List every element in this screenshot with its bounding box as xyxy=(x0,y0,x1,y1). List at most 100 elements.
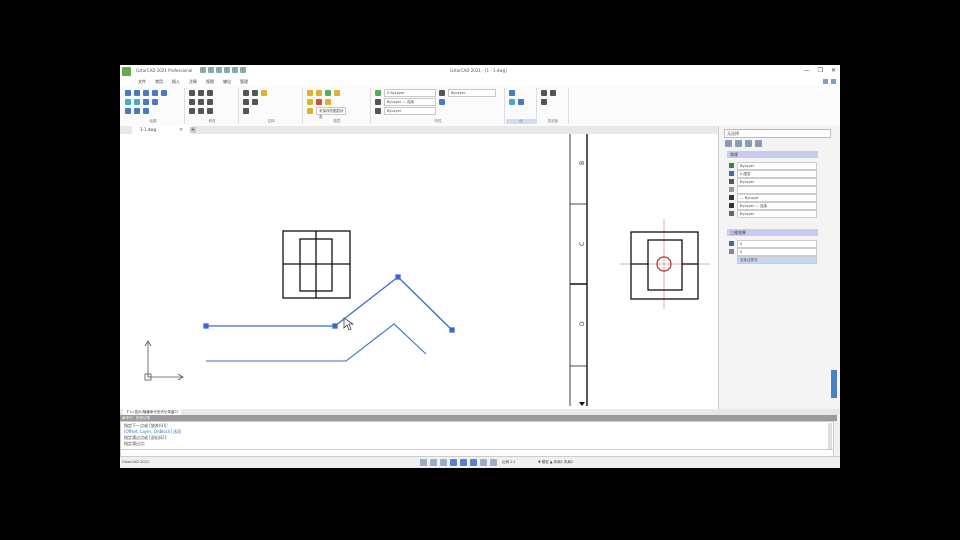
polar-icon[interactable] xyxy=(450,459,457,466)
hatch-icon[interactable] xyxy=(125,99,131,105)
stretch-icon[interactable] xyxy=(189,108,195,114)
insert-block-icon[interactable] xyxy=(509,90,515,96)
paste-icon[interactable] xyxy=(541,90,547,96)
polyline-icon[interactable] xyxy=(134,90,140,96)
menu-file[interactable]: 文件 xyxy=(138,79,146,85)
property-row[interactable]: ByLayer — 连续 xyxy=(729,202,817,210)
ellipse-icon[interactable] xyxy=(134,99,140,105)
dimension-icon[interactable] xyxy=(252,90,258,96)
circle-icon[interactable] xyxy=(143,90,149,96)
ortho-icon[interactable] xyxy=(440,459,447,466)
layer-lock-icon[interactable] xyxy=(334,90,340,96)
color-icon[interactable] xyxy=(439,90,445,96)
table-icon[interactable] xyxy=(243,99,249,105)
lineweight-dropdown[interactable]: ByLayer xyxy=(384,107,436,115)
match-properties-icon[interactable] xyxy=(375,90,381,96)
layer-off-icon[interactable] xyxy=(325,99,331,105)
select-objects-icon[interactable] xyxy=(735,140,742,147)
property-row[interactable]: 0 xyxy=(729,240,817,248)
point-icon[interactable] xyxy=(152,99,158,105)
command-scrollbar[interactable] xyxy=(828,423,832,449)
save-icon[interactable] xyxy=(216,67,222,73)
property-row[interactable]: — ByLayer xyxy=(729,194,817,202)
undo-icon[interactable] xyxy=(232,67,238,73)
app-logo-icon[interactable] xyxy=(122,67,131,76)
dynamic-input-icon[interactable] xyxy=(490,459,497,466)
layer-walk-icon[interactable] xyxy=(307,108,313,114)
text-icon[interactable] xyxy=(243,90,249,96)
layer-properties-icon[interactable] xyxy=(307,90,313,96)
mirror-icon[interactable] xyxy=(198,99,204,105)
arc-icon[interactable] xyxy=(152,90,158,96)
menu-output[interactable]: 输出 xyxy=(223,79,231,85)
tab-close-icon[interactable]: × xyxy=(179,126,183,134)
color-dropdown[interactable]: ByLayer xyxy=(448,89,496,97)
region-icon[interactable] xyxy=(125,108,131,114)
move-icon[interactable] xyxy=(189,90,195,96)
property-row[interactable]: 0 xyxy=(729,248,817,256)
transparency-icon[interactable] xyxy=(439,99,445,105)
layer-freeze-icon[interactable] xyxy=(325,90,331,96)
markup-icon[interactable] xyxy=(243,108,249,114)
redo-icon[interactable] xyxy=(240,67,246,73)
view-section-header[interactable]: 三维效果 xyxy=(727,229,818,236)
status-layout-tabs[interactable]: ▼ 模型 ▲ 布局1 布局2 xyxy=(538,460,573,465)
drawing-canvas[interactable]: B C D xyxy=(120,134,718,409)
boundary-icon[interactable] xyxy=(134,108,140,114)
polygon-icon[interactable] xyxy=(143,108,149,114)
scale-icon[interactable] xyxy=(198,108,204,114)
print-icon[interactable] xyxy=(224,67,230,73)
layer-state-dropdown[interactable]: 未保存的图层状态 xyxy=(316,107,346,119)
layer-match-icon[interactable] xyxy=(307,99,313,105)
lineweight-toggle-icon[interactable] xyxy=(480,459,487,466)
menu-view[interactable]: 视图 xyxy=(206,79,214,85)
offset-polyline[interactable] xyxy=(206,323,427,362)
edit-block-icon[interactable] xyxy=(518,99,524,105)
toggle-pickadd-icon[interactable] xyxy=(725,140,732,147)
maximize-button[interactable]: ❐ xyxy=(818,67,823,74)
status-scale[interactable]: 比例 1:1 xyxy=(502,460,516,465)
osnap-icon[interactable] xyxy=(460,459,467,466)
layer-isolate-icon[interactable] xyxy=(316,99,322,105)
property-row[interactable] xyxy=(729,186,817,194)
fillet-icon[interactable] xyxy=(207,99,213,105)
property-row-selected[interactable]: 无标注样式 xyxy=(729,256,817,264)
copy-clip-icon[interactable] xyxy=(550,90,556,96)
menu-home[interactable]: 常用 xyxy=(155,79,163,85)
rectangle-icon[interactable] xyxy=(161,90,167,96)
close-button[interactable]: ✕ xyxy=(831,67,836,74)
mtext-icon[interactable] xyxy=(252,99,258,105)
selected-polyline[interactable] xyxy=(203,274,455,333)
lineweight-icon[interactable] xyxy=(375,108,381,114)
palette-side-tab[interactable] xyxy=(831,370,837,398)
line-icon[interactable] xyxy=(125,90,131,96)
help-icon[interactable] xyxy=(823,79,828,84)
property-row[interactable]: 0-图层 xyxy=(729,170,817,178)
property-row[interactable]: ByLayer xyxy=(729,178,817,186)
menu-insert[interactable]: 插入 xyxy=(172,79,180,85)
layer-dropdown[interactable]: 0 ByLayer xyxy=(384,89,436,97)
filter-icon[interactable] xyxy=(755,140,762,147)
menu-manage[interactable]: 管理 xyxy=(240,79,248,85)
copy-icon[interactable] xyxy=(189,99,195,105)
new-icon[interactable] xyxy=(200,67,206,73)
minimize-button[interactable]: — xyxy=(804,67,810,74)
trim-icon[interactable] xyxy=(207,90,213,96)
leader-icon[interactable] xyxy=(261,90,267,96)
spline-icon[interactable] xyxy=(143,99,149,105)
snap-icon[interactable] xyxy=(420,459,427,466)
linetype-dropdown[interactable]: ByLayer — 连续 xyxy=(384,98,436,106)
open-icon[interactable] xyxy=(208,67,214,73)
property-row[interactable]: ByLayer xyxy=(729,210,817,218)
settings-icon[interactable] xyxy=(831,79,836,84)
property-row[interactable]: ByLayer xyxy=(729,162,817,170)
create-block-icon[interactable] xyxy=(509,99,515,105)
otrack-icon[interactable] xyxy=(470,459,477,466)
array-icon[interactable] xyxy=(207,108,213,114)
grid-icon[interactable] xyxy=(430,459,437,466)
cut-icon[interactable] xyxy=(541,99,547,105)
rotate-icon[interactable] xyxy=(198,90,204,96)
new-tab-icon[interactable]: + xyxy=(190,127,196,133)
general-section-header[interactable]: 常规 xyxy=(727,151,818,158)
selection-dropdown[interactable]: 无选择 xyxy=(724,129,831,138)
